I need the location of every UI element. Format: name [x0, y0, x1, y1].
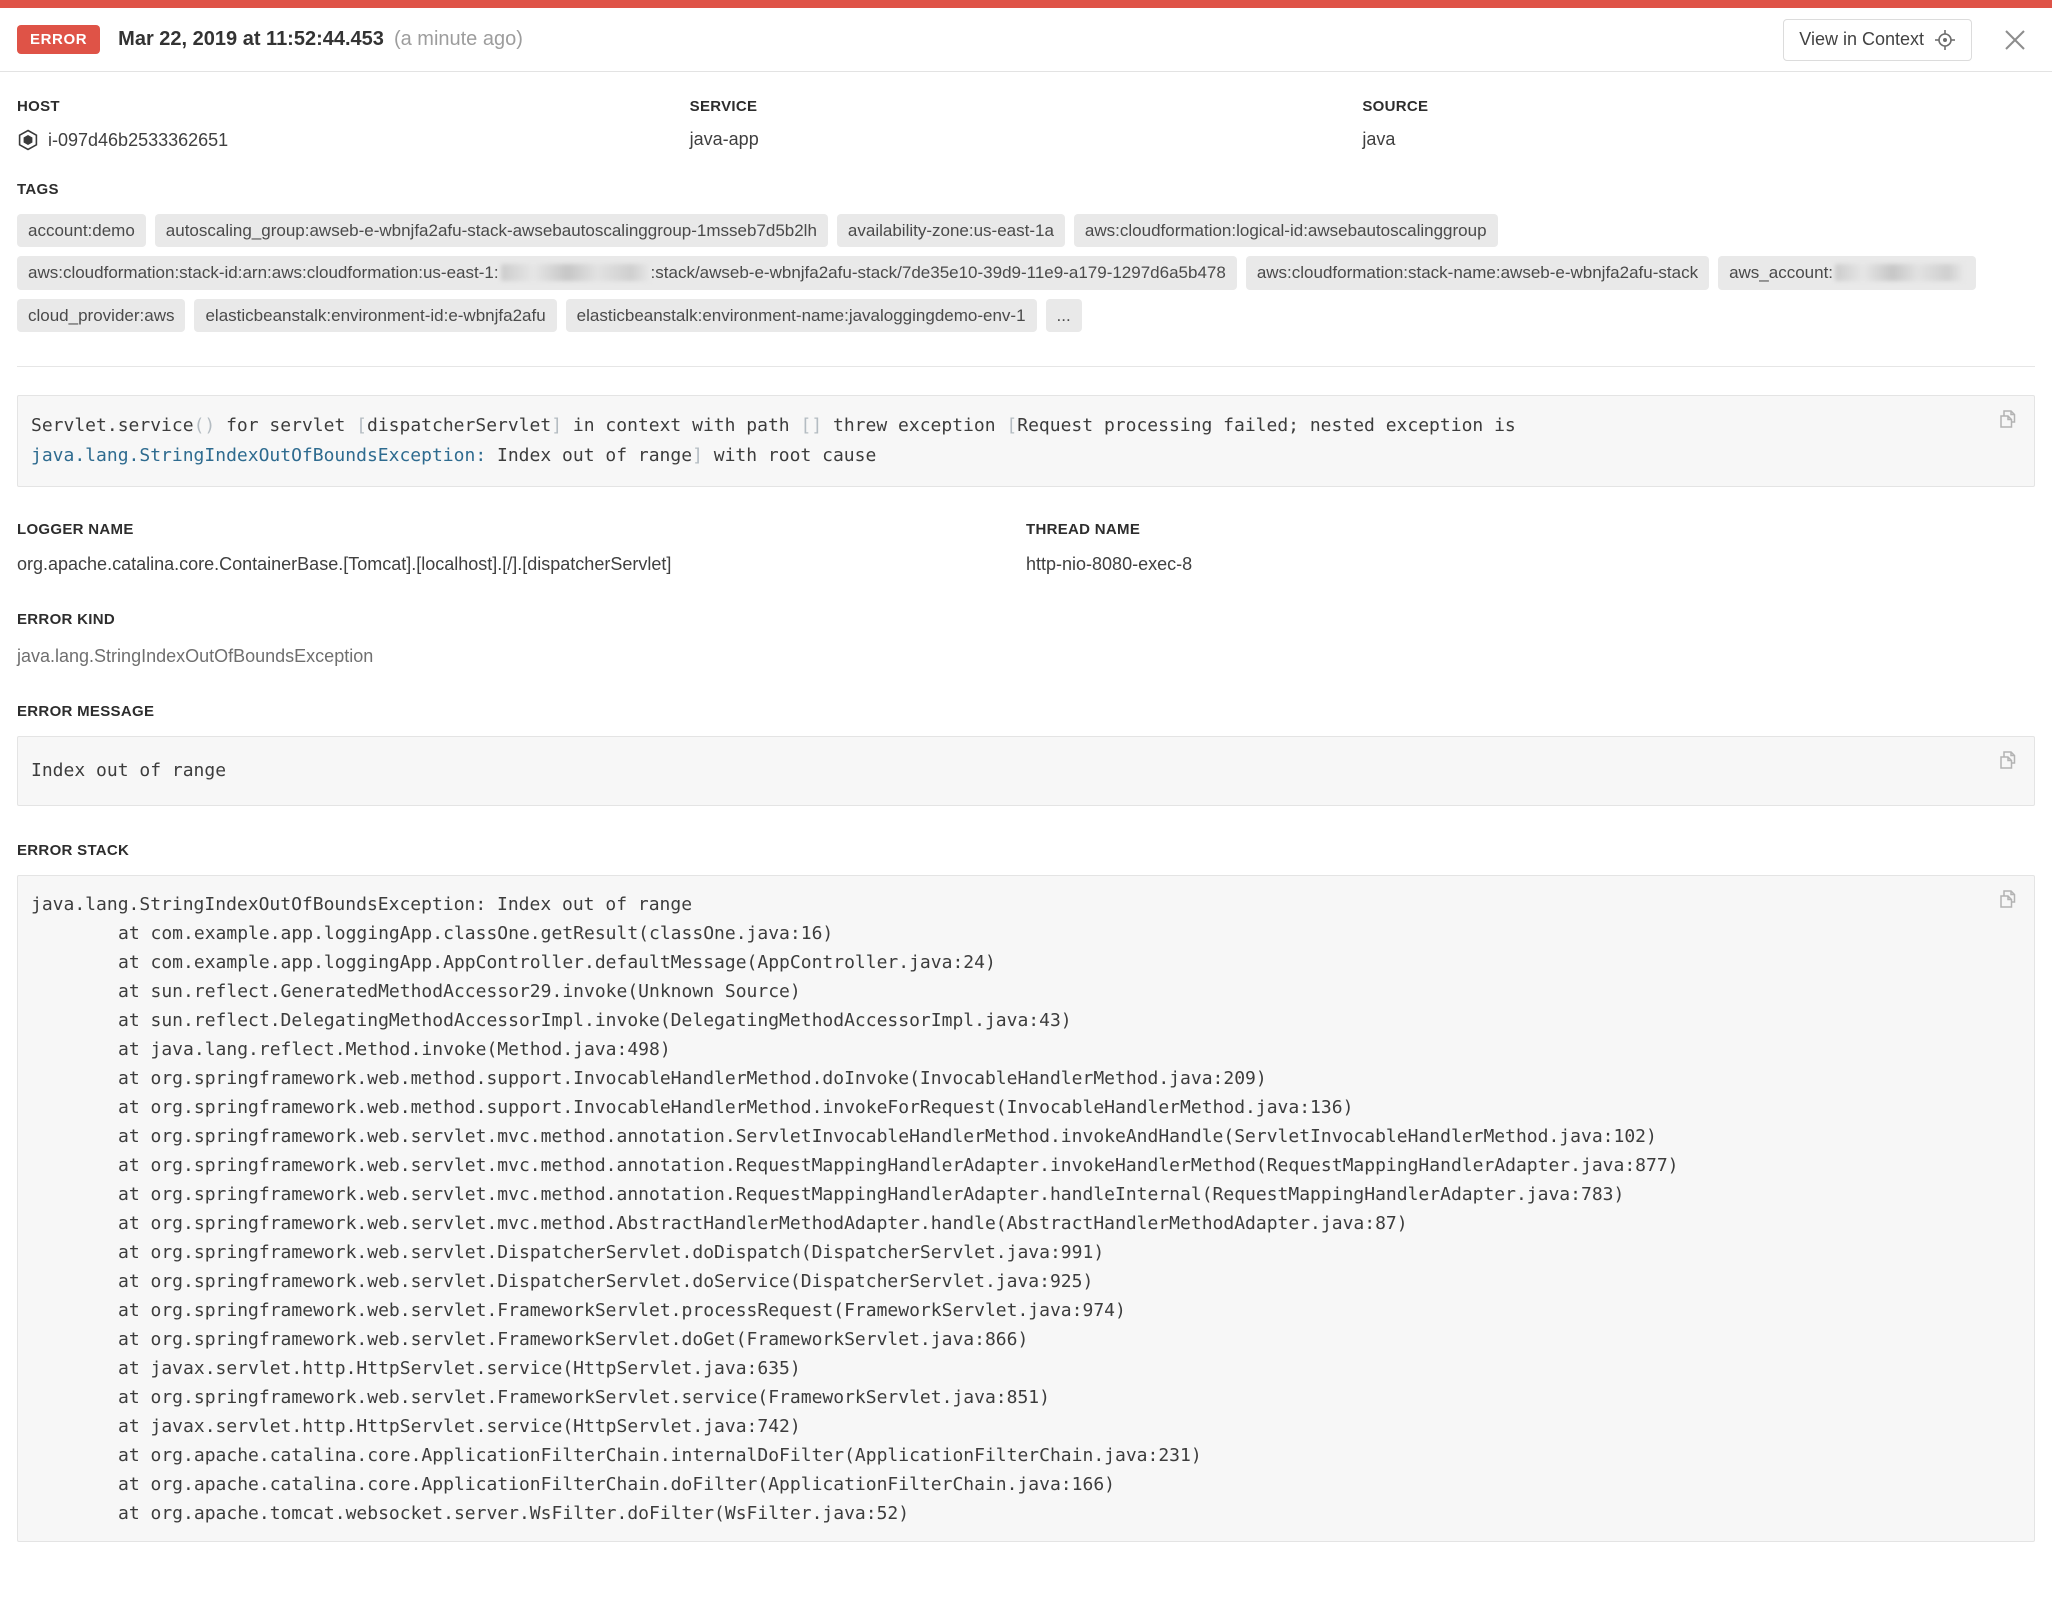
tag-pill[interactable]: elasticbeanstalk:environment-id:e-wbnjfa…	[194, 299, 556, 332]
stack-trace-line: at com.example.app.loggingApp.classOne.g…	[31, 919, 1970, 948]
hexagon-host-icon	[17, 129, 39, 151]
tag-pill[interactable]: autoscaling_group:awseb-e-wbnjfa2afu-sta…	[155, 214, 828, 247]
stack-trace-line: at org.springframework.web.servlet.Frame…	[31, 1296, 1970, 1325]
service-field: SERVICE java-app	[690, 98, 1363, 151]
copy-icon	[1996, 888, 2020, 912]
error-message-text: Index out of range	[31, 758, 1970, 784]
logger-name-field: LOGGER NAME org.apache.catalina.core.Con…	[17, 521, 1026, 575]
stack-trace-line: at org.springframework.web.method.suppor…	[31, 1064, 1970, 1093]
log-message-text: Servlet.service() for servlet [dispatche…	[31, 411, 1970, 471]
stack-trace-line: at org.springframework.web.servlet.mvc.m…	[31, 1209, 1970, 1238]
redacted-value	[1835, 264, 1963, 281]
tag-pill[interactable]: aws:cloudformation:stack-name:awseb-e-wb…	[1246, 256, 1709, 289]
error-stack-label: ERROR STACK	[17, 842, 2035, 859]
service-label: SERVICE	[690, 98, 1363, 115]
close-icon	[2000, 25, 2030, 55]
stack-trace-line: at javax.servlet.http.HttpServlet.servic…	[31, 1412, 1970, 1441]
copy-error-stack-button[interactable]	[1994, 886, 2022, 914]
stack-trace-line: at org.apache.catalina.core.ApplicationF…	[31, 1441, 1970, 1470]
copy-error-message-button[interactable]	[1994, 747, 2022, 775]
redacted-value	[501, 264, 649, 281]
stack-trace-line: at org.apache.catalina.core.ApplicationF…	[31, 1470, 1970, 1499]
log-timestamp: Mar 22, 2019 at 11:52:44.453	[118, 28, 384, 51]
thread-name-label: THREAD NAME	[1026, 521, 2035, 538]
stack-trace-line: at org.springframework.web.servlet.mvc.m…	[31, 1122, 1970, 1151]
logger-name-value: org.apache.catalina.core.ContainerBase.[…	[17, 554, 1026, 575]
stack-trace-line: at org.springframework.web.servlet.mvc.m…	[31, 1180, 1970, 1209]
log-message-box: Servlet.service() for servlet [dispatche…	[17, 395, 2035, 487]
view-in-context-label: View in Context	[1799, 29, 1924, 50]
tags-label: TAGS	[17, 181, 2035, 198]
error-stack-text: java.lang.StringIndexOutOfBoundsExceptio…	[31, 890, 1970, 1528]
error-level-badge: ERROR	[17, 25, 100, 54]
log-relative-time: (a minute ago)	[394, 28, 523, 51]
tag-pill[interactable]: aws_account:	[1718, 256, 1976, 289]
tag-pill[interactable]: aws:cloudformation:stack-id:arn:aws:clou…	[17, 256, 1237, 289]
stack-trace-line: at org.springframework.web.method.suppor…	[31, 1093, 1970, 1122]
copy-icon	[1996, 408, 2020, 432]
error-message-section: ERROR MESSAGE Index out of range	[17, 703, 2035, 806]
severity-accent-bar	[0, 0, 2052, 8]
meta-section: HOST i-097d46b2533362651 SERVICE java-ap…	[17, 98, 2035, 151]
copy-message-button[interactable]	[1994, 406, 2022, 434]
source-label: SOURCE	[1362, 98, 2035, 115]
stack-trace-line: java.lang.StringIndexOutOfBoundsExceptio…	[31, 890, 1970, 919]
logger-thread-section: LOGGER NAME org.apache.catalina.core.Con…	[17, 521, 2035, 575]
section-divider	[17, 366, 2035, 367]
stack-trace-line: at java.lang.reflect.Method.invoke(Metho…	[31, 1035, 1970, 1064]
logger-name-label: LOGGER NAME	[17, 521, 1026, 538]
close-panel-button[interactable]	[2000, 25, 2030, 55]
error-message-label: ERROR MESSAGE	[17, 703, 2035, 720]
tag-pill[interactable]: cloud_provider:aws	[17, 299, 185, 332]
stack-trace-line: at org.springframework.web.servlet.Dispa…	[31, 1238, 1970, 1267]
stack-trace-line: at org.springframework.web.servlet.Frame…	[31, 1383, 1970, 1412]
stack-trace-line: at sun.reflect.DelegatingMethodAccessorI…	[31, 1006, 1970, 1035]
error-stack-box: java.lang.StringIndexOutOfBoundsExceptio…	[17, 875, 2035, 1542]
thread-name-value: http-nio-8080-exec-8	[1026, 554, 2035, 575]
error-stack-section: ERROR STACK java.lang.StringIndexOutOfBo…	[17, 842, 2035, 1542]
crosshair-target-icon	[1934, 29, 1956, 51]
tags-list: account:demo autoscaling_group:awseb-e-wb…	[17, 214, 2035, 332]
host-field: HOST i-097d46b2533362651	[17, 98, 690, 151]
host-label: HOST	[17, 98, 690, 115]
stack-trace-line: at org.apache.tomcat.websocket.server.Ws…	[31, 1499, 1970, 1528]
tag-pill[interactable]: account:demo	[17, 214, 146, 247]
stack-trace-line: at javax.servlet.http.HttpServlet.servic…	[31, 1354, 1970, 1383]
source-value[interactable]: java	[1362, 129, 2035, 150]
copy-icon	[1996, 749, 2020, 773]
error-kind-value: java.lang.StringIndexOutOfBoundsExceptio…	[17, 646, 2035, 667]
stack-trace-line: at sun.reflect.GeneratedMethodAccessor29…	[31, 977, 1970, 1006]
stack-trace-line: at org.springframework.web.servlet.Dispa…	[31, 1267, 1970, 1296]
thread-name-field: THREAD NAME http-nio-8080-exec-8	[1026, 521, 2035, 575]
log-detail-header: ERROR Mar 22, 2019 at 11:52:44.453 (a mi…	[0, 8, 2052, 72]
tag-pill[interactable]: elasticbeanstalk:environment-name:javalo…	[566, 299, 1037, 332]
tag-pill[interactable]: aws:cloudformation:logical-id:awsebautos…	[1074, 214, 1498, 247]
error-kind-section: ERROR KIND java.lang.StringIndexOutOfBou…	[17, 611, 2035, 667]
service-value[interactable]: java-app	[690, 129, 1363, 150]
stack-trace-line: at org.springframework.web.servlet.mvc.m…	[31, 1151, 1970, 1180]
stack-trace-line: at com.example.app.loggingApp.AppControl…	[31, 948, 1970, 977]
tags-section: TAGS account:demo autoscaling_group:awseb…	[17, 181, 2035, 332]
tag-pill[interactable]: availability-zone:us-east-1a	[837, 214, 1065, 247]
tag-pill[interactable]: ...	[1046, 299, 1082, 332]
error-message-box: Index out of range	[17, 736, 2035, 806]
host-value[interactable]: i-097d46b2533362651	[17, 129, 690, 151]
error-kind-label: ERROR KIND	[17, 611, 2035, 628]
stack-trace-line: at org.springframework.web.servlet.Frame…	[31, 1325, 1970, 1354]
source-field: SOURCE java	[1362, 98, 2035, 151]
view-in-context-button[interactable]: View in Context	[1783, 19, 1972, 61]
